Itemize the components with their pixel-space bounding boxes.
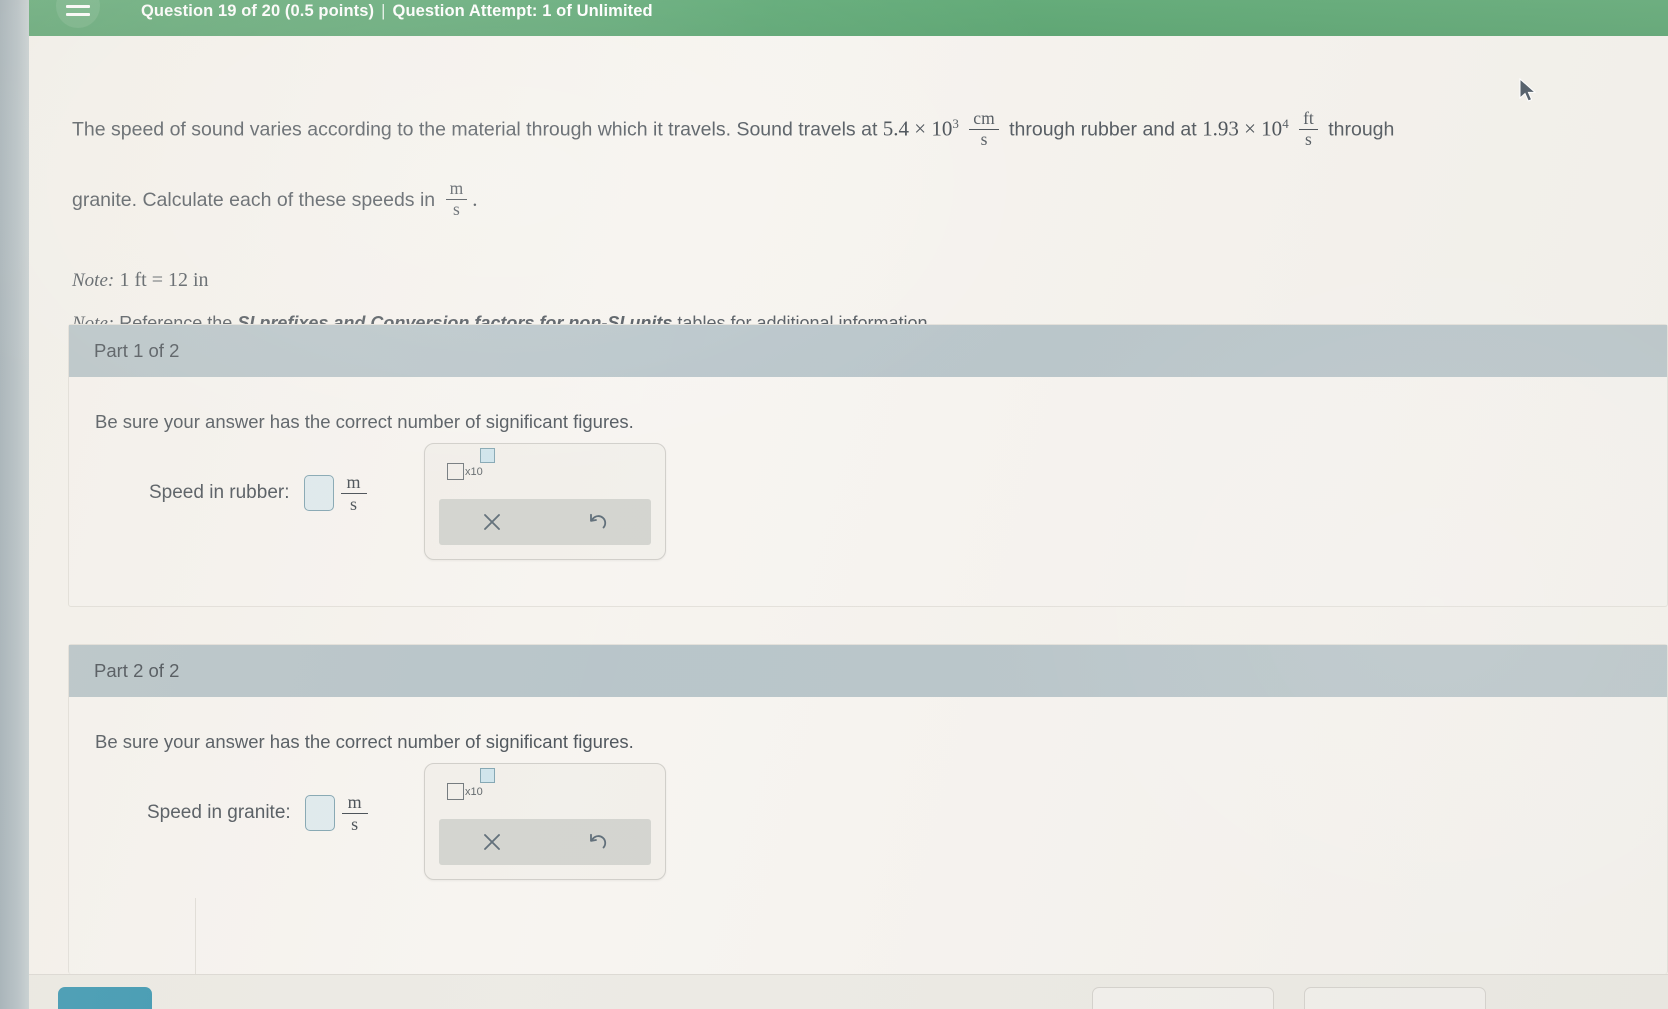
part-1-math-toolbar: x10 [424, 443, 666, 560]
granite-unit-numerator: ft [1303, 108, 1314, 129]
rubber-unit-fraction: cm s [969, 108, 999, 150]
question-statement: The speed of sound varies according to t… [72, 89, 1632, 235]
question-text-period: . [472, 186, 478, 211]
part-2-answer-row: Speed in granite: m s [147, 792, 368, 834]
part-1-toolbar-top-row: x10 [425, 444, 665, 499]
rubber-unit-denominator: s [969, 128, 999, 150]
question-text-part-d: granite. Calculate each of these speeds … [72, 188, 436, 211]
target-unit-numerator: m [449, 178, 464, 199]
part-2-header: Part 2 of 2 [69, 645, 1667, 697]
part-1-toolbar-actions [439, 499, 651, 545]
title-separator: | [381, 2, 386, 20]
question-line-2: granite. Calculate each of these speeds … [72, 165, 1632, 235]
sci-notation-label: x10 [465, 786, 483, 798]
granite-speed-exponent: 4 [1282, 116, 1289, 131]
scientific-notation-icon[interactable]: x10 [445, 448, 500, 482]
mantissa-placeholder-icon [447, 463, 464, 480]
part-2-unit-denominator: s [341, 812, 368, 835]
part-1-answer-label: Speed in rubber: [149, 482, 290, 504]
quiz-content-area: The speed of sound varies according to t… [29, 36, 1668, 1009]
exponent-placeholder-icon [479, 448, 495, 463]
part-1-header: Part 1 of 2 [69, 325, 1667, 377]
question-text-part-b: through rubber and at [1009, 118, 1197, 141]
quiz-footer-bar [29, 974, 1668, 1009]
sci-notation-label: x10 [465, 466, 483, 478]
part-1-instruction: Be sure your answer has the correct numb… [95, 411, 634, 432]
note-1-prefix: Note: [72, 270, 115, 291]
mantissa-placeholder-icon [447, 783, 464, 800]
granite-unit-denominator: s [1299, 128, 1318, 150]
question-text-part-a: The speed of sound varies according to t… [72, 118, 878, 141]
question-text-part-c: through [1328, 118, 1395, 141]
scientific-notation-icon[interactable]: x10 [445, 768, 500, 802]
card-edge-divider [195, 898, 196, 974]
part-2-card: Part 2 of 2 Be sure your answer has the … [68, 644, 1668, 974]
close-x-icon[interactable] [439, 499, 545, 545]
target-unit-denominator: s [445, 198, 468, 220]
quiz-application: Question 19 of 20 (0.5 points) | Question … [29, 0, 1668, 1009]
part-2-body: Be sure your answer has the correct numb… [69, 697, 1667, 975]
part-2-math-toolbar: x10 [424, 763, 666, 880]
part-2-answer-label: Speed in granite: [147, 802, 291, 824]
granite-speed-value: 1.93 × 10 [1202, 116, 1283, 141]
note-1-text: 1 ft = 12 in [119, 269, 209, 291]
speed-in-granite-input[interactable] [304, 795, 335, 832]
target-unit-fraction: m s [445, 178, 468, 220]
part-1-unit-denominator: s [340, 492, 367, 515]
exponent-placeholder-icon [479, 768, 495, 783]
part-1-body: Be sure your answer has the correct numb… [69, 377, 1667, 606]
part-2-unit-numerator: m [347, 792, 362, 812]
question-attempt-label: Question Attempt: 1 of Unlimited [392, 2, 653, 20]
question-counter-label: Question 19 of 20 (0.5 points) [141, 2, 375, 20]
part-1-unit-fraction: m s [340, 472, 367, 515]
rubber-unit-numerator: cm [973, 108, 995, 129]
footer-action-button-1[interactable] [1092, 987, 1274, 1009]
speed-in-rubber-input[interactable] [303, 475, 334, 512]
undo-reset-icon[interactable] [545, 819, 651, 865]
hamburger-menu-icon[interactable] [56, 0, 100, 28]
part-2-toolbar-top-row: x10 [425, 764, 665, 819]
rubber-speed-value: 5.4 × 10 [882, 116, 953, 141]
undo-reset-icon[interactable] [545, 499, 651, 545]
part-1-unit-numerator: m [346, 472, 361, 492]
part-2-header-label: Part 2 of 2 [94, 660, 180, 681]
close-x-icon[interactable] [439, 819, 545, 865]
part-1-answer-row: Speed in rubber: m s [149, 472, 367, 514]
part-1-card: Part 1 of 2 Be sure your answer has the … [68, 324, 1668, 607]
question-line-1: The speed of sound varies according to t… [72, 89, 1632, 165]
question-progress-title: Question 19 of 20 (0.5 points) | Question … [141, 2, 653, 21]
rubber-speed-exponent: 3 [952, 116, 959, 131]
footer-action-button-2[interactable] [1304, 987, 1486, 1009]
screen-bezel-left [0, 0, 29, 1009]
part-1-header-label: Part 1 of 2 [94, 340, 180, 361]
part-2-instruction: Be sure your answer has the correct numb… [95, 731, 634, 752]
part-2-toolbar-actions [439, 819, 651, 865]
part-2-unit-fraction: m s [341, 792, 368, 835]
granite-unit-fraction: ft s [1299, 109, 1318, 149]
quiz-header-bar: Question 19 of 20 (0.5 points) | Question … [29, 0, 1668, 36]
submit-button[interactable] [58, 987, 152, 1009]
note-conversion: Note: 1 ft = 12 in [72, 269, 209, 292]
